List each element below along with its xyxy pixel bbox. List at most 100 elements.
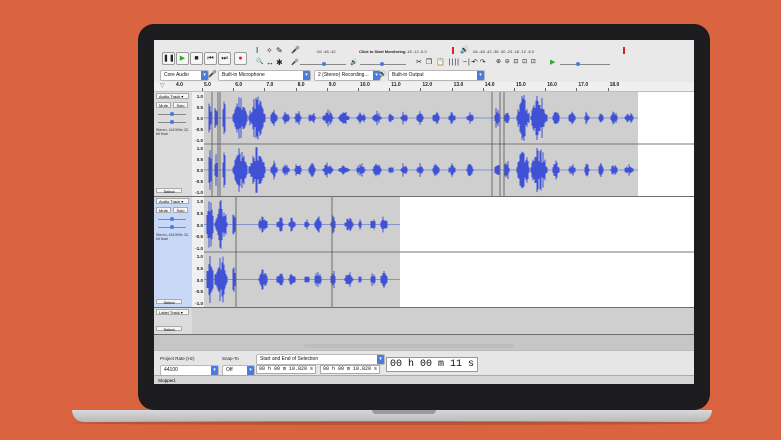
zoom-tool-icon[interactable]: 🔍 [256,58,263,67]
ruler-tick-mark [389,88,391,91]
recording-volume-slider[interactable] [300,62,346,66]
track-info: Stereo, 44100Hz 32-bit float [156,128,190,136]
skip-end-button[interactable]: ⏭ [218,52,231,65]
monitor-label[interactable]: Click to Start Monitoring [359,49,405,54]
play-button[interactable]: ▶ [176,52,189,65]
gain-slider[interactable] [158,217,186,221]
mute-button[interactable]: Mute [156,207,171,213]
audio-position-display[interactable]: 00 h 00 m 11 s [386,357,479,372]
play-at-speed-button[interactable]: ▶ [550,58,555,67]
horizontal-scrollbar[interactable] [304,344,514,348]
timeline-ruler[interactable]: 5.0 6.0 7.0 8.0 9.0 10.0 11.0 12.0 13.0 14.0 15.0 1… [192,82,694,92]
record-meter-ticks[interactable]: -54 -48 -42 [316,49,336,54]
scale-label: 0.5 [196,265,203,271]
playback-device-dropdown[interactable]: Built-in Output ▾ [388,70,485,81]
ruler-corner: ▽ 4.0 [154,82,192,92]
track-name-menu[interactable]: Label Track ▾ [156,309,189,315]
solo-button[interactable]: Solo [173,207,188,213]
scale-label: -0.5 [195,234,203,240]
ruler-tick-label: 15.0 [516,82,526,88]
scale-label: -0.5 [195,289,203,295]
scale-label: 0.5 [196,210,203,216]
recording-device-dropdown[interactable]: Built-in Microphone ▾ [218,70,311,81]
ruler-tick-label: 12.0 [422,82,433,88]
recording-channels-dropdown[interactable]: 2 (Stereo) Recording... ▾ [314,70,381,81]
waveform-track-2[interactable] [204,197,694,307]
track-name-menu[interactable]: Audio Track ▾ [156,93,189,99]
track-select-button[interactable]: Select [156,188,182,194]
waveform-svg-2[interactable] [204,197,694,307]
status-bar: Stopped. [154,375,694,384]
pin-head-icon[interactable]: ▽ [160,82,165,89]
playback-meter-ticks[interactable]: -54 -48 -42 -36 -30 -24 -18 -12 -6 0 [472,49,534,54]
vertical-scale-1[interactable]: 1.0 0.5 0.0 -0.5 -1.0 1.0 0.5 0.0 -0.5 -1.0 [192,92,204,196]
gain-slider[interactable] [158,112,186,116]
envelope-tool-icon[interactable]: ✧ [266,46,273,55]
toolbar: ❚❚ ▶ ■ ⏮ ⏭ ● I ✧ ✎ 🔍 ↔ ✱ 🎤 -54 -48 -42 C… [154,40,694,83]
ruler-tick-label: 7.0 [266,82,274,88]
track-control-panel-2[interactable]: Audio Track ▾ Mute Solo Stereo, 44100Hz … [154,197,193,307]
snap-to-label: Snap-To [222,356,239,361]
selection-end-time[interactable]: 00 h 00 m 10.820 s [320,365,381,374]
microphone-icon: 🎤 [291,47,300,54]
ruler-tick-mark [264,88,266,91]
ruler-tick-mark [482,88,484,91]
pause-button[interactable]: ❚❚ [162,52,175,65]
scale-label: -1.0 [195,138,203,143]
draw-tool-icon[interactable]: ✎ [276,46,283,55]
stop-button[interactable]: ■ [190,52,203,65]
waveform-svg-1[interactable] [204,92,694,196]
skip-start-button[interactable]: ⏮ [204,52,217,65]
audacity-window: ❚❚ ▶ ■ ⏮ ⏭ ● I ✧ ✎ 🔍 ↔ ✱ 🎤 -54 -48 -42 C… [154,40,694,384]
mute-button[interactable]: Mute [156,102,171,108]
ruler-tick-label: 8.0 [297,82,305,88]
ruler-tick-label: 17.0 [578,82,589,88]
chevron-down-icon: ▾ [247,366,254,375]
scale-label: 1.0 [196,254,203,259]
label-track-area[interactable] [192,308,694,334]
track-info: Stereo, 44100Hz 32-bit float [156,233,190,241]
recording-device-mic-icon: 🎤 [208,71,217,78]
record-meter-ticks-right[interactable]: -18 -12 -6 0 [406,49,427,54]
chevron-down-icon: ▾ [377,355,384,364]
scale-label: 1.0 [196,199,203,204]
record-button[interactable]: ● [234,52,247,65]
selection-mode-dropdown[interactable]: Start and End of Selection ▾ [256,354,385,365]
edit-toolbar[interactable]: ✂ ❐ 📋 |||| ~|~ [416,58,476,67]
zoom-toolbar[interactable]: ⊕ ⊖ ⊡ ⊡ ⊡ [496,58,537,67]
undo-redo-buttons[interactable]: ↶ ↷ [472,58,486,67]
track-control-panel-1[interactable]: Audio Track ▾ Mute Solo Stereo, 44100Hz … [154,92,193,196]
multi-tool-icon[interactable]: ✱ [276,58,283,67]
selection-start-time[interactable]: 00 h 00 m 10.820 s [256,365,317,374]
track-select-button[interactable]: Select [156,299,182,305]
solo-button[interactable]: Solo [173,102,188,108]
vertical-scale-2[interactable]: 1.0 0.5 0.0 -0.5 -1.0 1.0 0.5 0.0 -0.5 -1.0 [192,197,204,307]
ruler-tick-mark [233,88,235,91]
ruler-tick-label: 10.0 [360,82,370,88]
chevron-down-icon: ▾ [303,71,310,80]
select-tool-icon[interactable]: I [256,46,258,55]
pan-slider[interactable] [158,120,186,124]
ruler-tick-mark [607,88,609,91]
scale-label: -0.5 [195,179,203,184]
track-name-menu[interactable]: Audio Track ▾ [156,198,189,204]
playback-volume-slider[interactable] [360,62,406,66]
timeshift-tool-icon[interactable]: ↔ [266,58,274,67]
play-at-speed-slider[interactable] [560,62,610,66]
playback-device-speaker-icon: 🔊 [378,71,387,78]
track-select-button[interactable]: Select [156,326,182,332]
ruler-tick-mark [576,88,578,91]
label-track-control-panel[interactable]: Label Track ▾ Select [154,308,193,334]
project-rate-label: Project Rate (Hz) [160,356,195,361]
ruler-tick-label: 16.0 [547,82,557,88]
ruler-tick-label: 9.0 [328,82,336,88]
speaker-icon: 🔊 [460,47,469,54]
pan-slider[interactable] [158,225,186,229]
scale-label: -1.0 [195,246,203,251]
waveform-track-1[interactable] [204,92,694,196]
scale-label: -1.0 [195,301,203,306]
laptop-shadow [70,421,714,425]
chevron-down-icon: ▾ [477,71,484,80]
ruler-tick-label: 11.0 [391,82,401,88]
audio-host-dropdown[interactable]: Core Audio ▾ [160,70,209,81]
